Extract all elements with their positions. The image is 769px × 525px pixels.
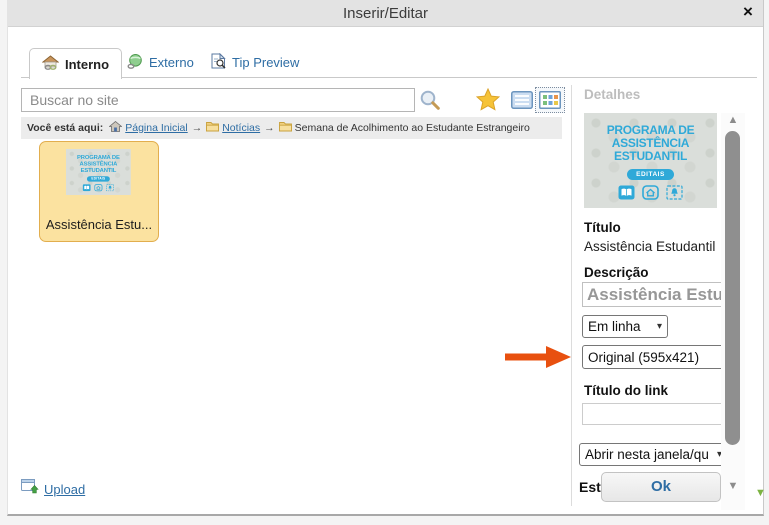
tab-tip-preview-label: Tip Preview [232,55,299,70]
breadcrumb-link-home[interactable]: Página Inicial [125,122,187,134]
upload-label: Upload [44,482,85,497]
title-value: Assistência Estudantil [584,239,715,254]
target-select-value: Abrir nesta janela/qu [585,447,709,462]
size-select[interactable]: Original (595x421) [582,345,735,369]
list-item-assistencia-estudantil[interactable]: PROGRAMA DE ASSISTÊNCIA ESTUDANTIL EDITA… [39,141,159,242]
external-globe-icon [126,54,143,72]
document-preview-icon [211,53,226,72]
description-field[interactable]: Assistência Estudantil [582,282,731,307]
details-scrollbar[interactable]: ▲ ▼ [721,113,745,510]
search-icon[interactable] [419,89,441,116]
close-icon[interactable]: × [739,2,757,22]
link-title-label: Título do link [584,383,668,398]
bell-icon [106,184,114,194]
expand-arrow-icon[interactable]: ▼ [755,487,766,499]
tabs-divider [21,77,757,78]
home-icon [109,121,122,135]
description-label: Descrição [584,265,649,280]
book-icon [83,184,91,194]
scrollbar-thumb[interactable] [725,131,740,445]
ok-button[interactable]: Ok [601,472,721,502]
breadcrumb-separator: → [263,122,276,134]
annotation-arrow-icon [505,343,572,376]
details-preview-image: PROGRAMA DE ASSISTÊNCIA ESTUDANTIL EDITA… [584,113,717,208]
banner-artwork: PROGRAMA DE ASSISTÊNCIA ESTUDANTIL EDITA… [584,113,717,208]
scroll-up-icon[interactable]: ▲ [721,114,745,126]
folder-icon [206,121,219,135]
scroll-down-icon[interactable]: ▼ [721,480,745,492]
tab-externo-label: Externo [149,55,194,70]
tab-tip-preview[interactable]: Tip Preview [211,48,299,77]
panel-divider [571,85,572,506]
internal-home-icon [42,55,59,73]
tab-externo[interactable]: Externo [126,48,194,77]
chevron-down-icon: ▾ [652,321,662,332]
size-select-value: Original (595x421) [588,350,699,365]
breadcrumb: Você está aqui: Página Inicial → Notícia… [21,117,562,139]
target-select[interactable]: Abrir nesta janela/qu ▾ [579,443,728,466]
alignment-select-value: Em linha [588,319,641,334]
upload-icon [21,479,39,499]
house-icon [642,185,659,205]
tab-interno[interactable]: Interno [29,48,122,79]
banner-pill: EDITAIS [87,176,110,181]
banner-line3: ESTUDANTIL [584,150,717,163]
banner-pill: EDITAIS [627,169,674,180]
list-view-icon[interactable] [511,91,533,114]
folder-icon [279,121,292,135]
style-label: Est [579,479,601,495]
dialog-title: Inserir/Editar [8,5,763,22]
breadcrumb-link-noticias[interactable]: Notícias [222,122,260,134]
tab-interno-label: Interno [65,57,109,72]
grid-view-icon[interactable] [535,87,565,113]
dialog-titlebar: Inserir/Editar × [8,0,763,27]
favorites-star-icon[interactable] [476,88,500,116]
banner-artwork: PROGRAMA DE ASSISTÊNCIA ESTUDANTIL EDITA… [66,149,131,195]
search-input[interactable] [21,88,415,112]
thumbnail-image: PROGRAMA DE ASSISTÊNCIA ESTUDANTIL EDITA… [66,149,131,195]
house-icon [94,184,102,194]
upload-link[interactable]: Upload [21,479,85,499]
alignment-select[interactable]: Em linha ▾ [582,315,668,338]
thumbnail-caption: Assistência Estu... [40,217,158,232]
bell-icon [666,185,683,205]
breadcrumb-prefix: Você está aqui: [27,122,103,134]
details-header: Detalhes [584,87,640,102]
insert-edit-dialog: Inserir/Editar × Interno Externo Tip Pre… [7,0,764,516]
title-label: Título [584,220,621,235]
breadcrumb-separator: → [191,122,204,134]
breadcrumb-current: Semana de Acolhimento ao Estudante Estra… [295,122,530,134]
book-icon [618,185,635,205]
link-title-input[interactable] [582,403,730,425]
